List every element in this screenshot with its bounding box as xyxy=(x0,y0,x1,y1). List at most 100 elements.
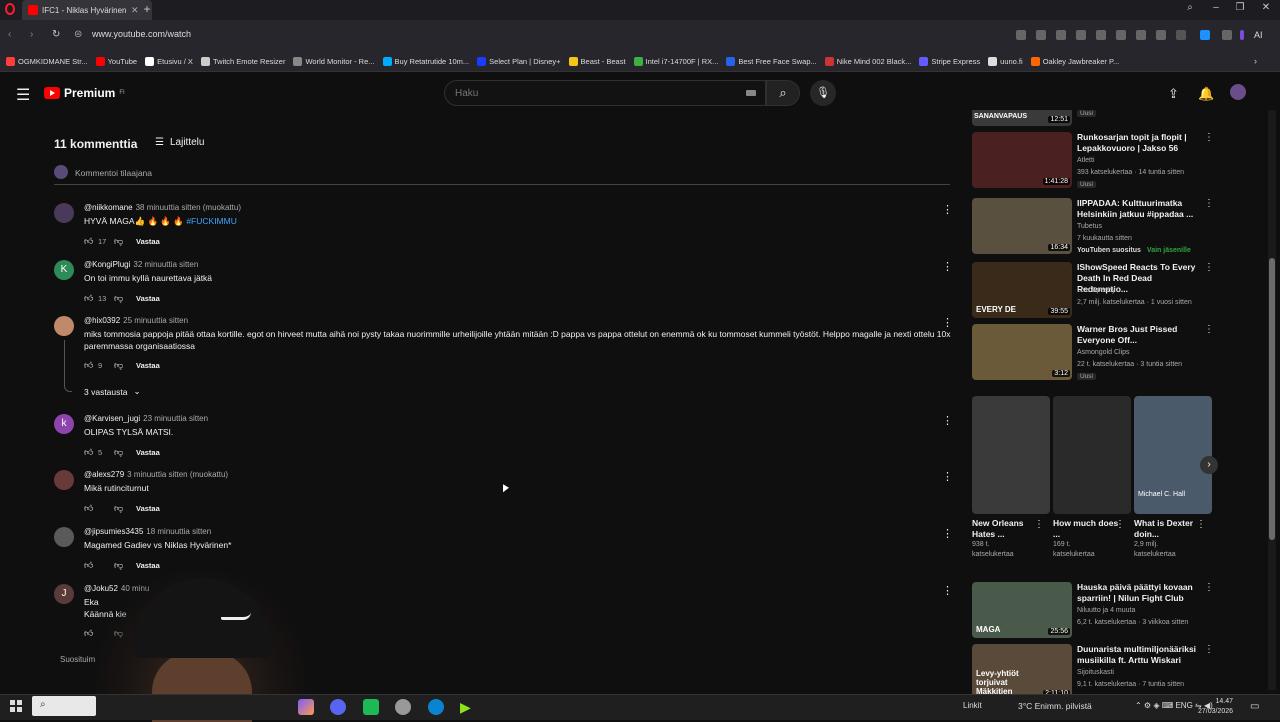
puzzle-icon[interactable] xyxy=(1222,30,1232,40)
dislike-icon[interactable]: 👎︎ xyxy=(114,293,136,304)
channel-name[interactable]: Sijoituskasti xyxy=(1077,669,1114,676)
reply-button[interactable]: Vastaa xyxy=(136,294,160,303)
comment-menu-icon[interactable]: ⋮ xyxy=(942,203,953,216)
video-thumbnail[interactable]: EVERY DE 39:55 xyxy=(972,262,1072,318)
video-menu-icon[interactable]: ⋮ xyxy=(1204,198,1214,209)
commenter-avatar[interactable] xyxy=(54,316,74,336)
like-icon[interactable]: 👍︎ xyxy=(84,503,96,514)
bookmark-item[interactable]: World Monitor - Re... xyxy=(293,57,375,66)
comment-time[interactable]: 38 minuuttia sitten (muokattu) xyxy=(136,203,241,212)
comment-time[interactable]: 18 minuuttia sitten xyxy=(146,527,211,536)
reload-icon[interactable]: ↻ xyxy=(52,29,60,40)
commenter-avatar[interactable] xyxy=(54,470,74,490)
channel-name[interactable]: Asmongold Clips xyxy=(1077,349,1130,356)
channel-name[interactable]: Atletti xyxy=(1077,157,1095,164)
short-title[interactable]: What is Dexter doin... xyxy=(1134,518,1200,540)
minimize-icon[interactable]: – xyxy=(1206,2,1226,13)
like-icon[interactable]: 👍︎ xyxy=(84,560,96,571)
menu-list-icon[interactable] xyxy=(1156,30,1166,40)
bookmark-item[interactable]: Oakley Jawbreaker P... xyxy=(1030,57,1119,66)
dislike-icon[interactable]: 👎︎ xyxy=(114,360,136,371)
bookmark-item[interactable]: OGMKIDMANE Str... xyxy=(6,57,88,66)
account-avatar[interactable] xyxy=(1230,84,1246,100)
voice-search-icon[interactable]: 🎙 xyxy=(810,80,836,106)
search-ext-icon[interactable] xyxy=(1016,30,1026,40)
commenter-avatar[interactable]: k xyxy=(54,414,74,434)
channel-name[interactable]: Live Speedy xyxy=(1077,287,1116,294)
video-menu-icon[interactable]: ⋮ xyxy=(1204,132,1214,143)
reply-button[interactable]: Vastaa xyxy=(136,361,160,370)
edit-ext-icon[interactable] xyxy=(1036,30,1046,40)
url-field[interactable]: www.youtube.com/watch xyxy=(92,29,191,39)
short-item[interactable]: How much does ... 169 t. katselukertaa ⋮ xyxy=(1053,396,1131,560)
video-thumbnail[interactable]: 1:41:28 xyxy=(972,132,1072,188)
download-icon[interactable] xyxy=(1136,30,1146,40)
video-menu-icon[interactable]: ⋮ xyxy=(1204,324,1214,335)
video-menu-icon[interactable]: ⋮ xyxy=(1204,262,1214,273)
like-icon[interactable]: 👍︎ xyxy=(84,293,96,304)
language-indicator[interactable]: ENG xyxy=(1175,701,1192,710)
short-title[interactable]: New Orleans Hates ... xyxy=(972,518,1038,540)
dislike-icon[interactable]: 👎︎ xyxy=(114,447,136,458)
bookmark-item[interactable]: Intel i7-14700F | RX... xyxy=(633,57,718,66)
short-item[interactable]: New Orleans Hates ... 938 t. katselukertaa… xyxy=(972,396,1050,560)
comment-time[interactable]: 23 minuuttia sitten xyxy=(143,414,208,423)
video-title[interactable]: Hauska päivä päättyi kovaan sparriin! | … xyxy=(1077,582,1197,604)
short-thumbnail[interactable] xyxy=(972,396,1050,514)
reply-button[interactable]: Vastaa xyxy=(136,237,160,246)
short-thumbnail[interactable]: Michael C. Hall xyxy=(1134,396,1212,514)
short-item[interactable]: Michael C. Hall What is Dexter doin... 2,9… xyxy=(1134,396,1212,560)
short-title[interactable]: How much does ... xyxy=(1053,518,1119,540)
streamlabs-icon[interactable]: ▶ xyxy=(460,699,476,715)
comment-menu-icon[interactable]: ⋮ xyxy=(942,584,953,597)
video-title[interactable]: Duunarista multimiljonääriksi musiikilla… xyxy=(1077,644,1197,666)
bookmark-item[interactable]: Beast - Beast xyxy=(568,57,626,66)
reply-button[interactable]: Vastaa xyxy=(136,504,160,513)
page-scrollbar[interactable] xyxy=(1268,110,1276,690)
commenter-avatar[interactable] xyxy=(54,203,74,223)
play-ext-icon[interactable] xyxy=(1096,30,1106,40)
short-thumbnail[interactable] xyxy=(1053,396,1131,514)
video-thumbnail[interactable]: SANANVAPAUS 12:51 xyxy=(972,110,1072,126)
keyboard-icon[interactable] xyxy=(746,90,756,96)
sort-button[interactable]: ☰ Lajittelu xyxy=(155,137,204,148)
comment-menu-icon[interactable]: ⋮ xyxy=(942,316,953,329)
hashtag-link[interactable]: #FUCKIMMU xyxy=(186,216,237,226)
weather-widget[interactable]: 3°C Enimm. pilvistä xyxy=(1018,701,1092,711)
comment-author[interactable]: @jipsumies3435 xyxy=(84,527,143,536)
bookmark-item[interactable]: Twitch Emote Resizer xyxy=(200,57,285,66)
taskbar-clock[interactable]: 14.47 27/03/2026 xyxy=(1198,697,1233,717)
comment-author[interactable]: @KongiPlugi xyxy=(84,260,130,269)
comment-time[interactable]: 25 minuuttia sitten xyxy=(123,316,188,325)
notifications-bell-icon[interactable]: 🔔 xyxy=(1198,86,1214,102)
back-icon[interactable]: ‹ xyxy=(8,29,11,40)
heart-icon[interactable] xyxy=(1116,30,1126,40)
camera-ext-icon[interactable] xyxy=(1056,30,1066,40)
reply-button[interactable]: Vastaa xyxy=(136,448,160,457)
comment-time[interactable]: 32 minuuttia sitten xyxy=(133,260,198,269)
search-tabs-icon[interactable]: ⌕ xyxy=(1180,2,1200,13)
short-menu-icon[interactable]: ⋮ xyxy=(1196,519,1206,530)
video-menu-icon[interactable]: ⋮ xyxy=(1204,644,1214,655)
channel-name[interactable]: Tubetus xyxy=(1077,223,1102,230)
copilot-icon[interactable] xyxy=(298,699,314,715)
discord-icon[interactable] xyxy=(330,699,346,715)
like-icon[interactable]: 👍︎ xyxy=(84,628,96,639)
app-icon[interactable] xyxy=(363,699,379,715)
edge-icon[interactable] xyxy=(428,699,444,715)
scrollbar-thumb[interactable] xyxy=(1269,258,1275,540)
short-menu-icon[interactable]: ⋮ xyxy=(1034,519,1044,530)
like-icon[interactable]: 👍︎ xyxy=(84,447,96,458)
comment-author[interactable]: @Karvisen_jugi xyxy=(84,414,140,423)
sidebar-toggle-icon[interactable] xyxy=(1240,30,1244,40)
video-thumbnail[interactable]: 16:34 xyxy=(972,198,1072,254)
comment-author[interactable]: @niikkomane xyxy=(84,203,133,212)
commenter-avatar[interactable]: K xyxy=(54,260,74,280)
close-window-icon[interactable]: ✕ xyxy=(1256,2,1276,13)
bookmark-item[interactable]: Etusivu / X xyxy=(145,57,193,66)
reply-button[interactable]: Vastaa xyxy=(136,561,160,570)
browser-tab[interactable]: IFC1 - Niklas Hyvärinen ✕ xyxy=(22,0,152,20)
links-toolbar[interactable]: Linkit xyxy=(963,701,982,710)
bookmark-item[interactable]: Buy Retatrutide 10m... xyxy=(382,57,469,66)
notifications-icon[interactable]: ▭ xyxy=(1250,701,1259,712)
